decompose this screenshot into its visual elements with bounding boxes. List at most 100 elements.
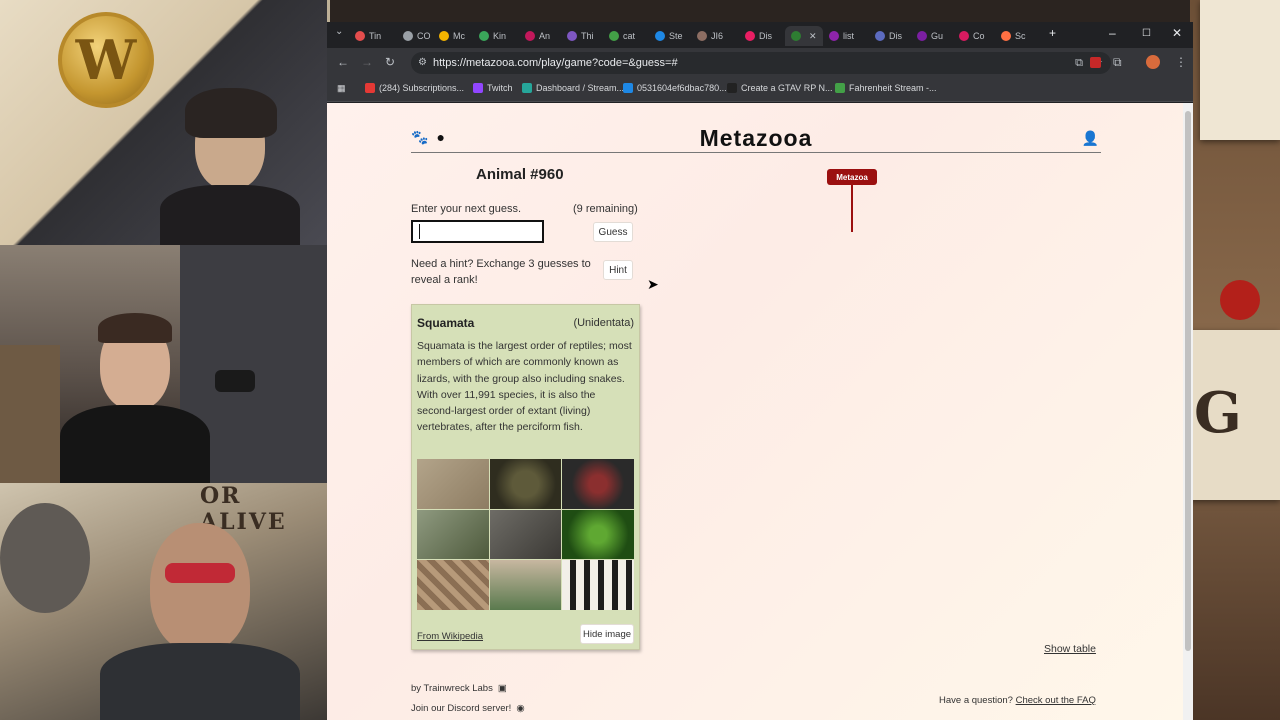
- tab-favicon-icon: [697, 31, 707, 41]
- bookmark-label: Twitch: [487, 83, 513, 93]
- bookmark-label: Dashboard / Stream...: [536, 83, 625, 93]
- red-snake-image: [562, 459, 634, 509]
- card-description: Squamata is the largest order of reptile…: [417, 340, 632, 434]
- extensions-icon[interactable]: ⧉: [1113, 55, 1122, 70]
- browser-tab[interactable]: JI6: [697, 26, 723, 46]
- discord-text: Join our Discord server!: [411, 703, 512, 714]
- tab-favicon-icon: [655, 31, 665, 41]
- tab-favicon-icon: [1001, 31, 1011, 41]
- page-scrollbar[interactable]: [1183, 103, 1193, 720]
- character-shoulders: [160, 185, 300, 245]
- browser-tab[interactable]: Co: [959, 26, 985, 46]
- maximize-button[interactable]: ☐: [1142, 28, 1151, 39]
- tab-search-icon[interactable]: ⌄: [335, 26, 343, 37]
- bookmark-item[interactable]: (284) Subscriptions...: [365, 83, 464, 93]
- address-bar[interactable]: ⚙ https://metazooa.com/play/game?code=&g…: [411, 52, 1111, 74]
- tab-favicon-icon: [403, 31, 413, 41]
- tab-favicon-icon: [745, 31, 755, 41]
- lizard-image: [417, 459, 489, 509]
- close-tab-icon[interactable]: ✕: [809, 31, 817, 42]
- browser-tab[interactable]: cat: [609, 26, 635, 46]
- character-hair: [185, 88, 277, 138]
- extension-ublock-icon[interactable]: [1090, 57, 1101, 68]
- browser-tab[interactable]: ✕: [785, 26, 823, 46]
- faq-link[interactable]: Check out the FAQ: [1016, 695, 1096, 706]
- tab-label: Co: [973, 31, 985, 41]
- new-tab-button[interactable]: +: [1049, 26, 1056, 40]
- red-stamp: [1220, 280, 1260, 320]
- hide-image-button[interactable]: Hide image: [580, 624, 634, 644]
- site-title: Metazooa: [699, 125, 813, 151]
- browser-tab[interactable]: list: [829, 26, 854, 46]
- back-icon[interactable]: ←: [337, 55, 349, 69]
- bookmark-label: Fahrenheit Stream -...: [849, 83, 937, 93]
- footer-credit-text: by Trainwreck Labs: [411, 683, 493, 694]
- tab-label: list: [843, 31, 854, 41]
- browser-tab[interactable]: An: [525, 26, 550, 46]
- snake-image: [489, 459, 562, 509]
- tab-strip: ⌄ Tin CO Mc Kin An Thi cat Ste JI6 Dis ✕ list Dis Gu C…: [327, 22, 1193, 48]
- bookmark-item[interactable]: 0531604ef6dbac780...: [623, 83, 727, 93]
- clade-card: Squamata (Unidentata) Squamata is the la…: [411, 304, 640, 650]
- browser-tab[interactable]: Dis: [745, 26, 772, 46]
- hint-button[interactable]: Hint: [603, 260, 633, 280]
- iguana-image: [417, 509, 489, 560]
- guess-input[interactable]: [411, 220, 544, 243]
- browser-toolbar: ← → ↻ ⚙ https://metazooa.com/play/game?c…: [327, 48, 1193, 78]
- browser-tab[interactable]: Sc: [1001, 26, 1026, 46]
- wikipedia-link[interactable]: From Wikipedia: [417, 631, 483, 642]
- user-icon[interactable]: 👤: [1082, 130, 1099, 147]
- tab-favicon-icon: [439, 31, 449, 41]
- tab-favicon-icon: [791, 31, 801, 41]
- reload-icon[interactable]: ↻: [385, 55, 395, 69]
- wanted-poster: [1200, 0, 1280, 140]
- streamer-shirt: [60, 405, 210, 483]
- browser-tab[interactable]: Kin: [479, 26, 506, 46]
- guess-prompt: Enter your next guess.: [411, 203, 522, 215]
- minimize-button[interactable]: –: [1109, 26, 1116, 40]
- gecko-image: [489, 560, 562, 610]
- bookmark-favicon-icon: [365, 83, 375, 93]
- browser-tab[interactable]: Ste: [655, 26, 683, 46]
- site-info-icon[interactable]: ⚙: [418, 52, 427, 74]
- browser-tab[interactable]: Gu: [917, 26, 943, 46]
- film-reel-icon: [0, 503, 90, 613]
- bookmark-item[interactable]: Dashboard / Stream...: [522, 83, 624, 93]
- bookmark-item[interactable]: Fahrenheit Stream -...: [835, 83, 937, 93]
- streamer-hair: [98, 313, 172, 343]
- close-window-button[interactable]: ✕: [1172, 26, 1182, 40]
- stream-background-right: G: [1190, 0, 1280, 720]
- show-table-link[interactable]: Show table: [1044, 643, 1096, 655]
- browser-tab[interactable]: Tin: [355, 26, 381, 46]
- tree-root-node[interactable]: Metazoa: [827, 169, 877, 185]
- browser-tab[interactable]: Thi: [567, 26, 594, 46]
- tab-favicon-icon: [355, 31, 365, 41]
- tab-favicon-icon: [479, 31, 489, 41]
- tab-label: CO: [417, 31, 431, 41]
- scrollbar-thumb[interactable]: [1185, 111, 1191, 651]
- card-title: Squamata: [417, 316, 475, 330]
- browser-tab[interactable]: CO: [403, 26, 431, 46]
- install-app-icon[interactable]: ⧉: [1075, 52, 1083, 74]
- url-text: https://metazooa.com/play/game?code=&gue…: [433, 57, 678, 69]
- browser-tab[interactable]: Dis: [875, 26, 902, 46]
- apps-grid-icon[interactable]: ▦: [337, 83, 346, 94]
- forward-icon[interactable]: →: [361, 55, 373, 69]
- bookmark-item[interactable]: Create a GTAV RP N...: [727, 83, 833, 93]
- faq-prompt: Have a question? Check out the FAQ: [939, 695, 1096, 706]
- browser-tab[interactable]: Mc: [439, 26, 465, 46]
- bookmark-label: (284) Subscriptions...: [379, 83, 465, 93]
- tab-label: Dis: [759, 31, 772, 41]
- monitor-lizard-image: [489, 509, 562, 560]
- bookmark-item[interactable]: Twitch: [473, 83, 513, 93]
- discord-icon[interactable]: ◉: [516, 703, 524, 714]
- tab-favicon-icon: [525, 31, 535, 41]
- profile-avatar[interactable]: [1146, 55, 1160, 69]
- menu-icon[interactable]: ⋮: [1175, 55, 1187, 69]
- tab-favicon-icon: [609, 31, 619, 41]
- guess-button[interactable]: Guess: [593, 222, 633, 242]
- trainwreck-logo-icon[interactable]: ▣: [498, 683, 507, 694]
- tab-favicon-icon: [959, 31, 969, 41]
- reptile-image-grid: [417, 459, 634, 610]
- webcam-top: W: [0, 0, 327, 245]
